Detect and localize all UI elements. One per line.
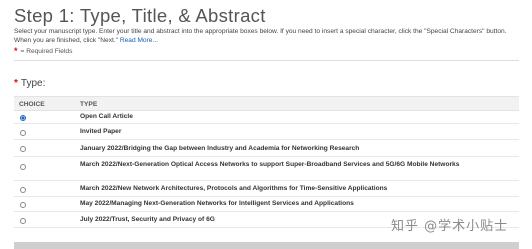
table-row[interactable]: January 2022/Bridging the Gap between In…: [14, 140, 519, 157]
column-header-choice: CHOICE: [19, 101, 45, 108]
read-more-link[interactable]: Read More...: [120, 37, 158, 44]
required-note-text: = Required Fields: [20, 48, 73, 55]
bottom-bar: [14, 242, 519, 249]
type-option-label[interactable]: March 2022/New Network Architectures, Pr…: [80, 185, 500, 193]
type-option-label[interactable]: Open Call Article: [80, 113, 500, 121]
radio-button[interactable]: [20, 115, 26, 121]
radio-button[interactable]: [20, 202, 26, 208]
type-option-label[interactable]: May 2022/Managing Next-Generation Networ…: [80, 200, 500, 208]
table-row[interactable]: March 2022/New Network Architectures, Pr…: [14, 181, 519, 197]
radio-button[interactable]: [20, 187, 26, 193]
column-header-type: TYPE: [80, 101, 98, 108]
table-row[interactable]: May 2022/Managing Next-Generation Networ…: [14, 197, 519, 212]
divider: [14, 60, 519, 61]
instructions: Select your manuscript type. Enter your …: [14, 27, 524, 45]
instructions-text: Select your manuscript type. Enter your …: [14, 28, 507, 45]
table-header: CHOICE TYPE: [14, 96, 519, 111]
radio-button[interactable]: [20, 218, 26, 224]
required-fields-note: * = Required Fields: [14, 46, 72, 56]
radio-button[interactable]: [20, 130, 26, 136]
type-option-label[interactable]: Invited Paper: [80, 128, 500, 136]
table-row[interactable]: Open Call Article: [14, 111, 519, 124]
type-label-text: Type:: [20, 78, 46, 89]
radio-button[interactable]: [20, 146, 26, 152]
watermark: 知乎 @学术小贴士: [391, 219, 509, 234]
page-title: Step 1: Type, Title, & Abstract: [14, 5, 266, 26]
type-required-star: *: [14, 78, 18, 89]
radio-button[interactable]: [20, 164, 26, 170]
type-option-label[interactable]: March 2022/Next-Generation Optical Acces…: [80, 161, 500, 169]
table-row[interactable]: March 2022/Next-Generation Optical Acces…: [14, 157, 519, 181]
table-row[interactable]: Invited Paper: [14, 124, 519, 140]
type-label: * Type:: [14, 78, 45, 89]
required-star: *: [14, 46, 18, 56]
type-option-label[interactable]: January 2022/Bridging the Gap between In…: [80, 145, 500, 153]
